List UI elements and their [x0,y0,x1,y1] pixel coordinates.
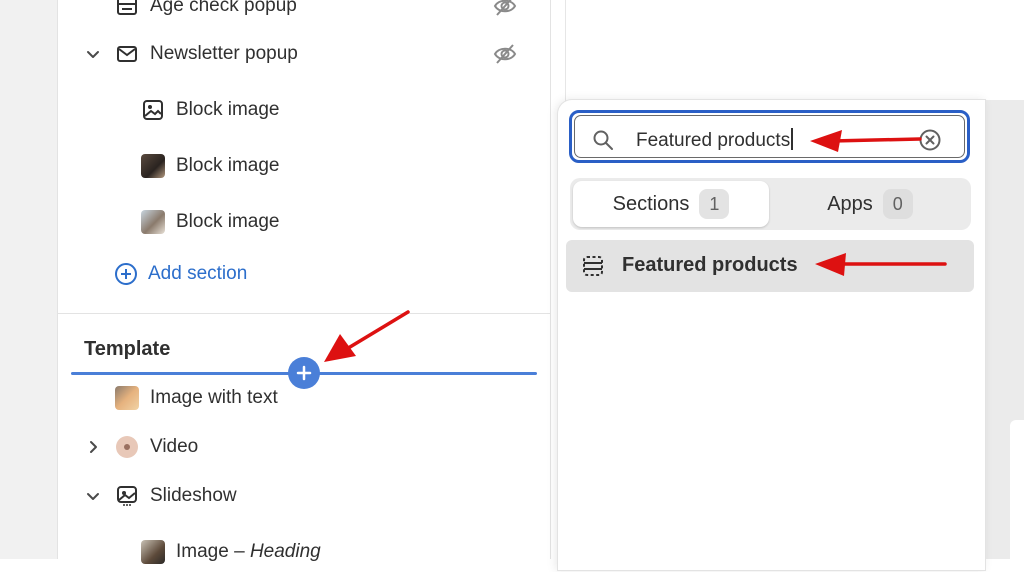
clear-search-icon[interactable] [918,128,942,157]
text-caret [791,128,793,150]
sidebar-item-block-image[interactable]: Block image [140,146,280,186]
image-icon [140,97,166,123]
image-thumbnail [140,539,166,565]
search-input-box: Featured products [574,115,965,158]
popup-icon [114,0,140,19]
video-thumbnail [114,434,140,460]
divider [58,313,550,314]
section-picker-popover [558,100,985,570]
picker-tabs: Sections 1 Apps 0 [570,178,971,230]
search-input[interactable]: Featured products [636,128,793,152]
sidebar-item-label: Slideshow [150,485,237,506]
image-thumbnail [114,385,140,411]
tab-label: Sections [612,192,690,215]
result-item-featured-products[interactable]: Featured products [566,240,974,292]
preview-card [1010,420,1024,559]
plus-icon [296,365,312,381]
sidebar-item-image-with-text[interactable]: Image with text [114,378,278,418]
result-label: Featured products [622,254,798,276]
tab-apps[interactable]: Apps 0 [773,181,967,227]
sidebar-item-block-image[interactable]: Block image [140,90,280,130]
tab-count-badge: 0 [882,189,913,219]
chevron-right-icon[interactable] [84,438,102,456]
tab-count-badge: 1 [699,189,730,219]
tab-label: Apps [827,192,873,215]
sidebar-item-label: Image with text [150,387,278,408]
search-icon [591,128,615,157]
sidebar-item-label: Block image [176,211,280,232]
plus-circle-icon [114,262,138,286]
sidebar-item-age-check-popup[interactable]: Age check popup [114,0,297,26]
chevron-down-icon[interactable] [84,45,102,63]
sidebar-item-video[interactable]: Video [84,427,198,467]
mail-icon [114,41,140,67]
chevron-down-icon[interactable] [84,487,102,505]
insert-section-button[interactable] [288,357,320,389]
eye-slash-icon[interactable] [492,41,518,67]
sidebar-item-newsletter-popup[interactable]: Newsletter popup [84,34,298,74]
image-thumbnail [140,153,166,179]
left-gutter [0,0,58,559]
tab-sections[interactable]: Sections 1 [573,181,769,227]
sidebar-item-label: Block image [176,155,280,176]
sidebar-item-label: Age check popup [150,0,297,16]
sidebar-item-block-image[interactable]: Block image [140,202,280,242]
sidebar-item-image-heading[interactable]: Image – Heading [140,532,321,572]
section-layout-icon [580,253,606,284]
sidebar-item-label: Block image [176,99,280,120]
add-section-button[interactable]: Add section [114,254,247,294]
image-thumbnail [140,209,166,235]
sidebar-item-label: Newsletter popup [150,43,298,64]
search-field[interactable]: Featured products [569,110,970,163]
eye-slash-icon[interactable] [492,0,518,19]
sidebar-item-label: Image – Heading [176,541,321,562]
sidebar-item-slideshow[interactable]: Slideshow [84,476,237,516]
slideshow-icon [114,483,140,509]
template-heading: Template [84,338,171,360]
add-section-label: Add section [148,263,248,284]
sidebar-item-label: Video [150,436,199,457]
